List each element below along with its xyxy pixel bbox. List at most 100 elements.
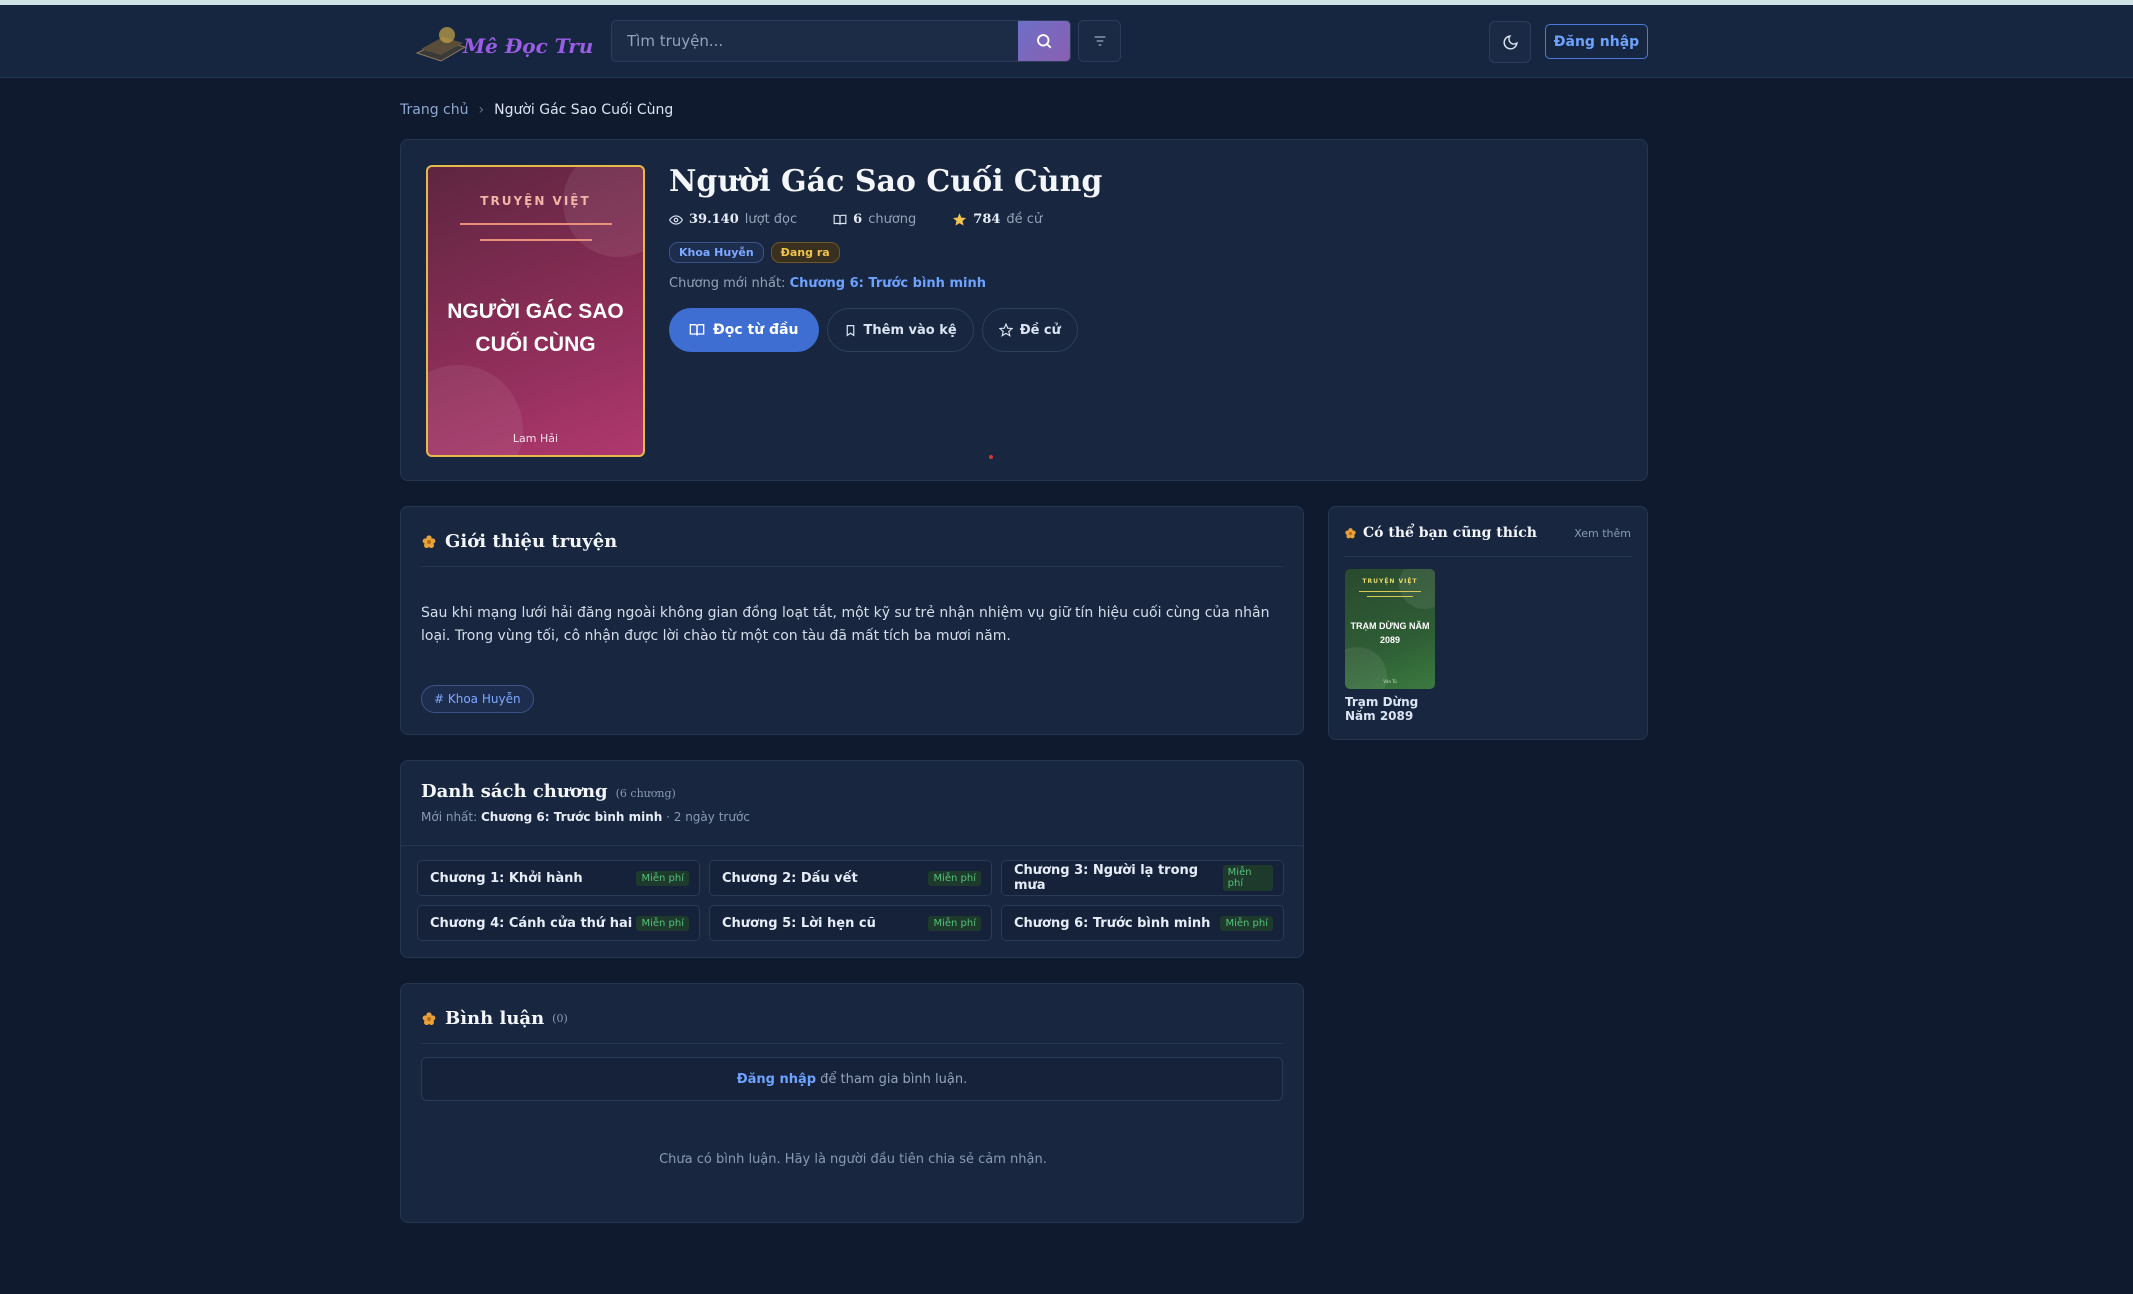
flower-icon: [1345, 527, 1356, 538]
genre-hashtag[interactable]: # Khoa Huyễn: [421, 685, 534, 713]
free-badge: Miễn phí: [636, 870, 689, 886]
chapter-latest-time: · 2 ngày trước: [666, 810, 750, 824]
intro-heading: Giới thiệu truyện: [421, 531, 617, 552]
chapter-item[interactable]: Chương 1: Khởi hành Miễn phí: [417, 860, 700, 896]
chapter-name: Chương 6: Trước bình minh: [1014, 915, 1211, 931]
filter-button[interactable]: [1078, 20, 1121, 62]
chapter-name: Chương 1: Khởi hành: [430, 870, 583, 886]
vote-button[interactable]: Đề cử: [981, 308, 1078, 352]
chapter-list-heading-text: Danh sách chương: [421, 781, 608, 802]
latest-chapter-link[interactable]: Chương 6: Trước bình minh: [790, 276, 986, 291]
views-label: lượt đọc: [744, 212, 798, 227]
filter-icon: [1094, 36, 1105, 46]
free-badge: Miễn phí: [636, 915, 689, 931]
chapter-name: Chương 2: Dấu vết: [722, 870, 858, 886]
section-divider: [1344, 556, 1632, 557]
cover-tag: TRUYỆN VIỆT: [1362, 578, 1418, 585]
chapter-item[interactable]: Chương 6: Trước bình minh Miễn phí: [1001, 905, 1284, 941]
cover-author: Văn Tú: [1383, 679, 1397, 684]
votes-stat: 784 đề cử: [952, 212, 1042, 227]
svg-text:Mê Đọc Truyện: Mê Đọc Truyện: [462, 34, 593, 58]
cover-line: [460, 223, 612, 225]
section-divider: [421, 1043, 1283, 1044]
recommended-story-cover[interactable]: TRUYỆN VIỆT TRẠM DỪNG NĂM 2089 Văn Tú: [1345, 569, 1435, 689]
search-icon: [1037, 34, 1052, 49]
chapter-list-heading: Danh sách chương (6 chương): [421, 781, 676, 802]
comment-login-prompt: Đăng nhập để tham gia bình luận.: [421, 1057, 1283, 1101]
section-divider: [421, 566, 1283, 567]
no-comments-message: Chưa có bình luận. Hãy là người đầu tiên…: [659, 1152, 1047, 1167]
comments-count: (0): [552, 1012, 568, 1025]
login-button[interactable]: Đăng nhập: [1545, 24, 1648, 59]
chapter-list: Danh sách chương (6 chương) Mới nhất: Ch…: [400, 760, 1304, 958]
add-to-shelf-button[interactable]: Thêm vào kệ: [826, 308, 974, 352]
story-cover: TRUYỆN VIỆT NGƯỜI GÁC SAO CUỐI CÙNG Lam …: [426, 165, 645, 457]
chapter-count: (6 chương): [615, 787, 676, 800]
chapter-latest-info: Mới nhất: Chương 6: Trước bình minh · 2 …: [421, 810, 750, 824]
chapter-item[interactable]: Chương 3: Người lạ trong mưa Miễn phí: [1001, 860, 1284, 896]
chapter-name: Chương 5: Lời hẹn cũ: [722, 915, 876, 931]
theme-toggle-button[interactable]: [1489, 21, 1531, 63]
story-actions: Đọc từ đầu Thêm vào kệ Đề cử: [669, 308, 1078, 352]
comment-login-link[interactable]: Đăng nhập: [737, 1072, 816, 1087]
comments-section: Bình luận (0) Đăng nhập để tham gia bình…: [400, 983, 1304, 1223]
comments-heading-text: Bình luận: [445, 1008, 545, 1029]
free-badge: Miễn phí: [928, 915, 981, 931]
shelf-button-label: Thêm vào kệ: [863, 322, 957, 338]
search-button[interactable]: [1018, 21, 1070, 61]
cover-title: TRẠM DỪNG NĂM 2089: [1350, 621, 1430, 645]
story-title: Người Gác Sao Cuối Cùng: [669, 164, 1103, 199]
breadcrumb-current: Người Gác Sao Cuối Cùng: [494, 102, 674, 118]
cover-line: [480, 239, 592, 241]
intro-text: Sau khi mạng lưới hải đăng ngoài không g…: [421, 605, 1270, 644]
votes-value: 784: [973, 212, 1001, 227]
see-more-link[interactable]: Xem thêm: [1574, 527, 1631, 540]
latest-chapter-label: Chương mới nhất:: [669, 276, 786, 291]
cover-title: NGƯỜI GÁC SAO CUỐI CÙNG: [447, 300, 624, 356]
story-introduction: Giới thiệu truyện Sau khi mạng lưới hải …: [400, 506, 1304, 735]
free-badge: Miễn phí: [928, 870, 981, 886]
cover-decoration: [563, 167, 643, 257]
moon-icon: [1503, 34, 1518, 49]
chapter-item[interactable]: Chương 2: Dấu vết Miễn phí: [709, 860, 992, 896]
chapters-value: 6: [853, 212, 863, 227]
book-icon: [833, 214, 847, 225]
chapters-stat: 6 chương: [833, 212, 916, 227]
recommended-story-title[interactable]: Trạm Dừng Năm 2089: [1345, 695, 1435, 723]
cover-tag: TRUYỆN VIỆT: [480, 194, 591, 208]
free-badge: Miễn phí: [1222, 865, 1273, 891]
site-logo[interactable]: Mê Đọc Truyện: [413, 17, 632, 69]
chapter-name: Chương 3: Người lạ trong mưa: [1014, 863, 1199, 893]
cover-line: [1367, 596, 1413, 597]
read-button-label: Đọc từ đầu: [713, 322, 799, 338]
chapter-item[interactable]: Chương 5: Lời hẹn cũ Miễn phí: [709, 905, 992, 941]
cover-decoration: [1399, 569, 1435, 609]
comments-heading: Bình luận (0): [421, 1008, 568, 1029]
comment-login-suffix: để tham gia bình luận.: [820, 1071, 968, 1087]
cover-line: [1359, 591, 1421, 592]
chapter-item[interactable]: Chương 4: Cánh cửa thứ hai Miễn phí: [417, 905, 700, 941]
chapter-latest-label: Mới nhất:: [421, 810, 478, 824]
star-icon: [953, 213, 967, 226]
site-header: Mê Đọc Truyện Đăng nhập: [0, 5, 2133, 78]
breadcrumb-separator: ›: [478, 102, 485, 118]
bookmark-icon: [846, 324, 854, 336]
read-from-start-button[interactable]: Đọc từ đầu: [669, 308, 819, 352]
chapter-name: Chương 4: Cánh cửa thứ hai: [430, 915, 633, 931]
cover-author: Lam Hải: [512, 432, 559, 445]
story-hero: TRUYỆN VIỆT NGƯỜI GÁC SAO CUỐI CÙNG Lam …: [400, 139, 1648, 481]
recommendations-heading-text: Có thể bạn cũng thích: [1363, 525, 1537, 541]
intro-heading-text: Giới thiệu truyện: [445, 531, 618, 552]
indicator-dot: [989, 455, 993, 459]
views-stat: 39.140 lượt đọc: [669, 212, 797, 227]
flower-icon: [422, 1011, 436, 1025]
breadcrumb-home[interactable]: Trang chủ: [400, 102, 468, 118]
genre-badge[interactable]: Khoa Huyễn: [669, 242, 764, 263]
search-input[interactable]: [612, 21, 1020, 61]
story-tags: Khoa Huyễn Đang ra: [669, 242, 840, 263]
star-outline-icon: [998, 323, 1013, 337]
vote-button-label: Đề cử: [1019, 322, 1061, 338]
eye-icon: [669, 214, 683, 225]
chapter-latest-name[interactable]: Chương 6: Trước bình minh: [481, 810, 662, 824]
chapters-label: chương: [868, 212, 917, 227]
